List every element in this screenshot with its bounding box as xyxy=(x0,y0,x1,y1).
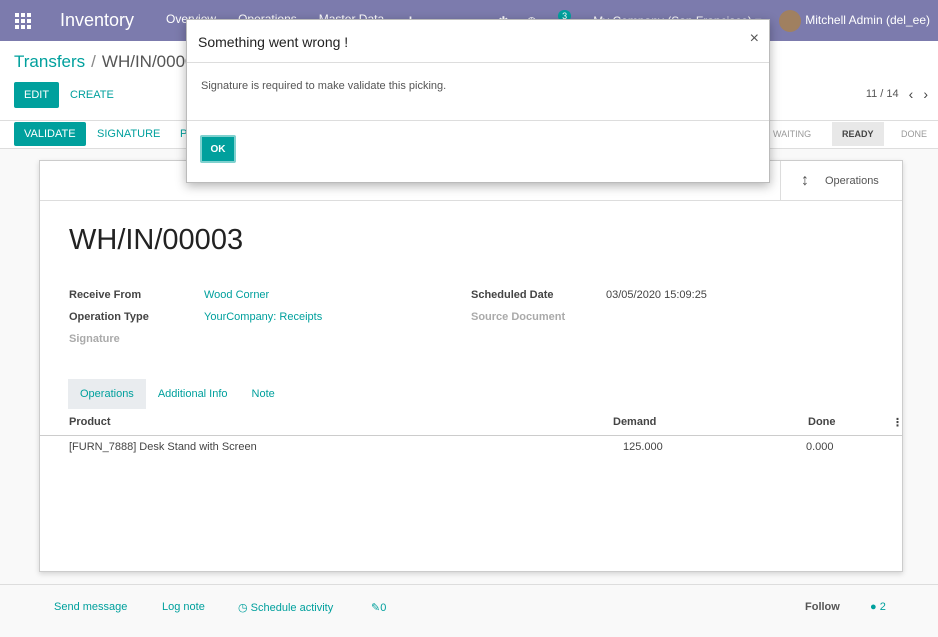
dialog-footer: OK xyxy=(187,121,769,183)
ok-button[interactable]: OK xyxy=(200,135,236,163)
dialog-header: Something went wrong ! × xyxy=(187,20,769,63)
dialog-message: Signature is required to make validate t… xyxy=(201,80,447,92)
close-icon[interactable]: × xyxy=(750,30,759,48)
error-dialog: Something went wrong ! × Signature is re… xyxy=(186,19,770,183)
dialog-body: Signature is required to make validate t… xyxy=(187,63,769,121)
dialog-title: Something went wrong ! xyxy=(198,34,349,50)
